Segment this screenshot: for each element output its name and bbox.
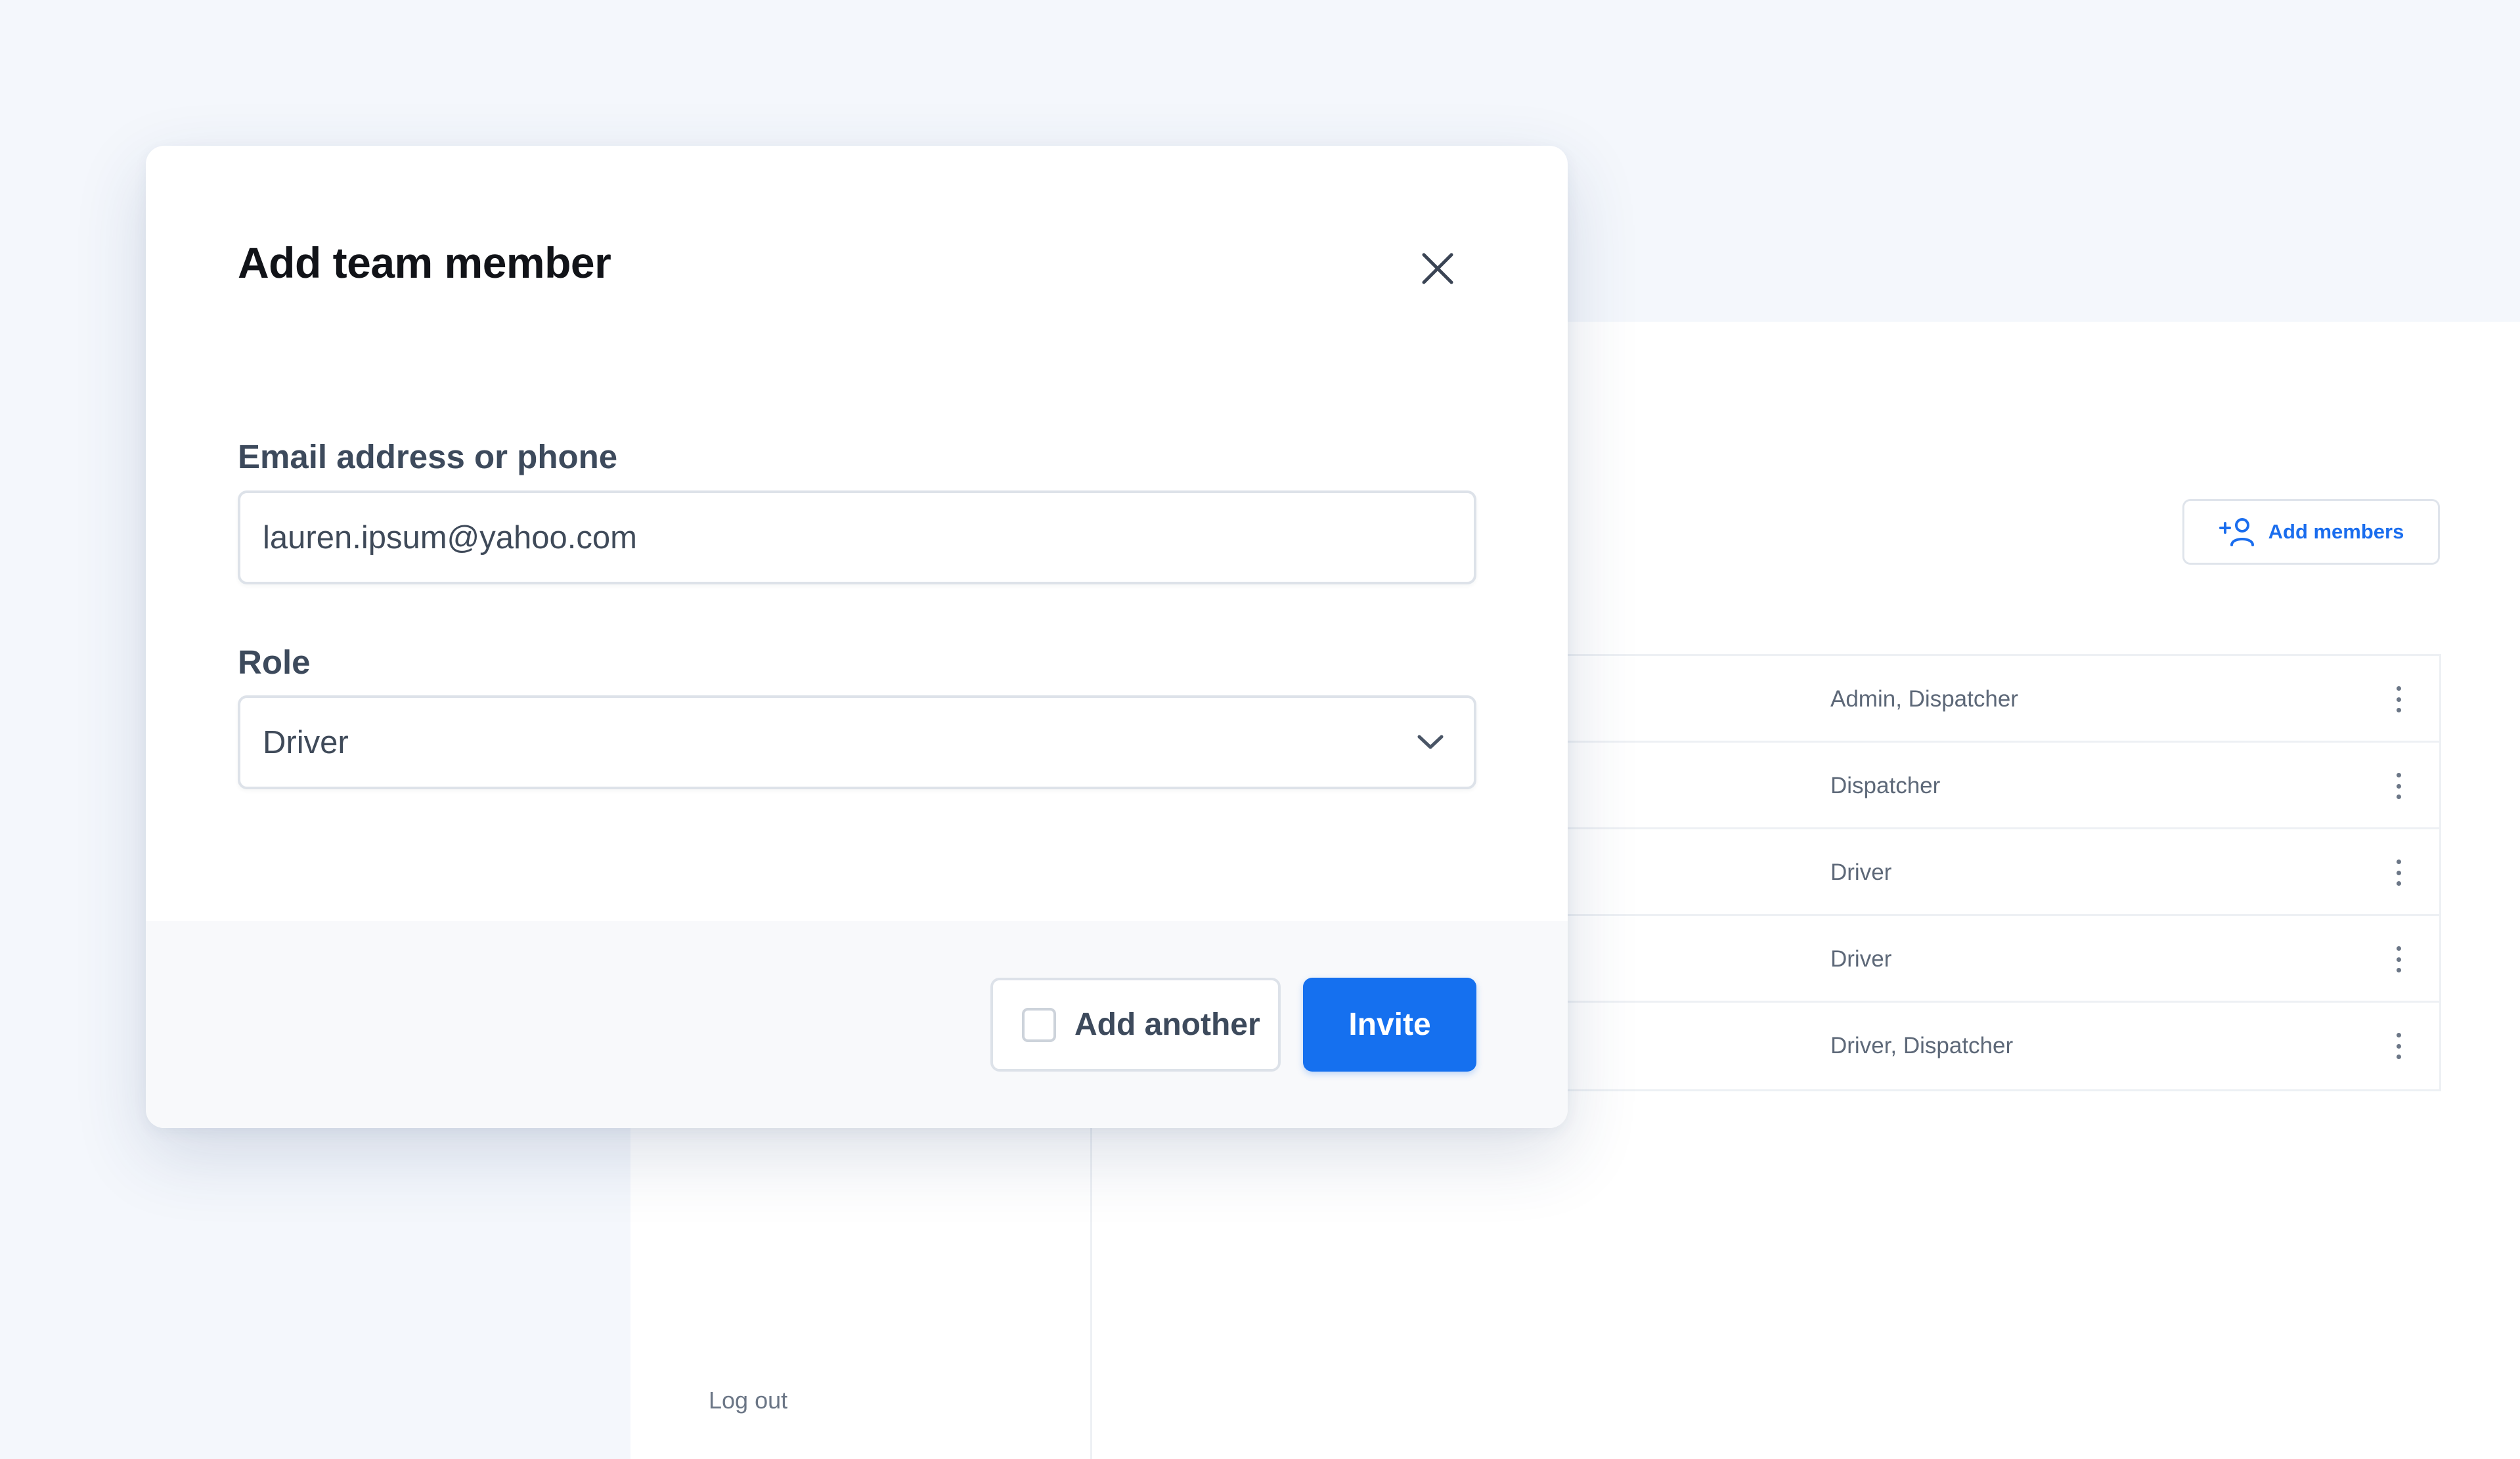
email-field[interactable]: lauren.ipsum@yahoo.com xyxy=(238,490,1476,584)
more-options-icon[interactable] xyxy=(2395,860,2402,886)
email-field-value: lauren.ipsum@yahoo.com xyxy=(263,519,637,555)
add-members-label: Add members xyxy=(2268,520,2404,543)
more-options-icon[interactable] xyxy=(2395,1033,2402,1059)
role-field-label: Role xyxy=(238,643,311,681)
dialog-title: Add team member xyxy=(238,238,611,287)
role-selected-value: Driver xyxy=(263,724,349,760)
more-options-icon[interactable] xyxy=(2395,686,2402,712)
table-row: Admin, Dispatcher xyxy=(1563,656,2439,743)
logout-link[interactable]: Log out xyxy=(709,1387,787,1414)
dialog-footer: Add another Invite xyxy=(146,921,1568,1128)
add-members-button[interactable]: Add members xyxy=(2182,499,2440,565)
member-role: Admin, Dispatcher xyxy=(1830,686,2018,712)
member-role: Driver xyxy=(1830,946,1892,972)
role-select[interactable]: Driver xyxy=(238,695,1476,789)
add-another-toggle[interactable]: Add another xyxy=(990,978,1281,1072)
table-row: Dispatcher xyxy=(1563,743,2439,829)
add-another-label: Add another xyxy=(1074,1007,1260,1042)
member-role: Driver xyxy=(1830,860,1892,885)
email-field-label: Email address or phone xyxy=(238,438,618,475)
close-button[interactable] xyxy=(1417,248,1459,290)
more-options-icon[interactable] xyxy=(2395,773,2402,799)
member-role: Driver, Dispatcher xyxy=(1830,1033,2014,1058)
page: Log out Add members Admin, Dispatcher Di… xyxy=(0,0,2520,1459)
invite-button[interactable]: Invite xyxy=(1303,978,1476,1072)
add-another-checkbox[interactable] xyxy=(1022,1007,1056,1042)
close-icon xyxy=(1422,253,1453,284)
table-row: Driver, Dispatcher xyxy=(1563,1003,2439,1089)
add-user-icon xyxy=(2219,518,2254,546)
chevron-down-icon xyxy=(1417,735,1444,749)
members-table: Admin, Dispatcher Dispatcher Driver Driv… xyxy=(1563,654,2441,1091)
add-team-member-dialog: Add team member Email address or phone l… xyxy=(146,146,1568,1128)
member-role: Dispatcher xyxy=(1830,773,1941,798)
table-row: Driver xyxy=(1563,916,2439,1003)
table-row: Driver xyxy=(1563,829,2439,916)
more-options-icon[interactable] xyxy=(2395,946,2402,972)
